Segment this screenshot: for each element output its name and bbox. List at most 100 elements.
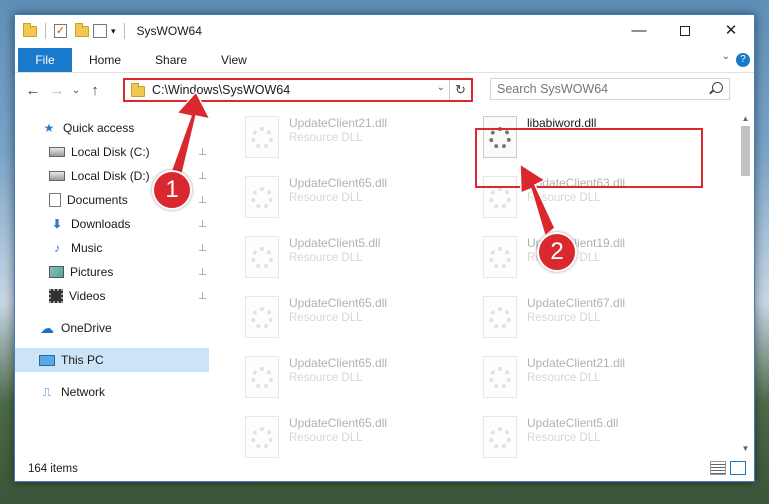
dll-file-icon	[245, 416, 279, 458]
file-name: UpdateClient65.dll	[289, 416, 388, 430]
pictures-icon	[49, 266, 64, 278]
gear-icon	[251, 187, 273, 209]
search-input[interactable]	[497, 82, 707, 96]
file-name: UpdateClient65.dll	[289, 296, 388, 310]
minimize-button[interactable]: —	[616, 15, 662, 47]
file-name: UpdateClient21.dll	[527, 356, 626, 370]
sidebar-item-music[interactable]: ♪ Music ⊥	[15, 236, 209, 260]
address-bar[interactable]: C:\Windows\SysWOW64 ⌄ ↻	[123, 78, 473, 102]
pin-icon: ⊥	[198, 218, 207, 230]
up-button[interactable]: ↑	[83, 82, 107, 99]
quick-access-toolbar: ✓ ▾	[23, 22, 129, 39]
gear-icon	[489, 247, 511, 269]
scroll-up-icon[interactable]: ▲	[739, 112, 752, 126]
file-item[interactable]: UpdateClient65.dll Resource DLL	[235, 292, 465, 344]
file-item[interactable]: UpdateClient67.dll Resource DLL	[473, 292, 703, 344]
gear-icon	[251, 127, 273, 149]
tab-home[interactable]: Home	[72, 48, 138, 72]
sidebar-item-onedrive[interactable]: ☁ OneDrive	[15, 316, 209, 340]
sidebar-item-label: Documents	[67, 193, 128, 207]
disk-icon	[49, 147, 65, 157]
customize-toolbar-icon[interactable]	[93, 24, 107, 38]
search-icon[interactable]	[712, 82, 723, 93]
tab-share[interactable]: Share	[138, 48, 204, 72]
pin-icon: ⊥	[198, 290, 207, 302]
sidebar-item-label: OneDrive	[61, 321, 112, 335]
tab-file[interactable]: File	[18, 47, 72, 72]
file-item[interactable]: UpdateClient5.dll Resource DLL	[235, 232, 465, 284]
network-icon: ⎍	[42, 385, 52, 399]
toolbar-divider	[123, 23, 125, 39]
dll-file-icon	[483, 296, 517, 338]
large-icons-view-icon[interactable]	[730, 461, 746, 475]
sidebar-item-label: Local Disk (C:)	[71, 145, 150, 159]
new-folder-icon[interactable]	[75, 22, 89, 37]
help-icon[interactable]: ?	[736, 53, 750, 67]
file-name: UpdateClient67.dll	[527, 296, 626, 310]
documents-icon	[49, 193, 61, 207]
file-name: UpdateClient65.dll	[289, 176, 388, 190]
maximize-icon	[680, 26, 690, 37]
gear-icon	[489, 307, 511, 329]
maximize-button[interactable]	[662, 15, 708, 47]
address-path[interactable]: C:\Windows\SysWOW64	[152, 83, 290, 97]
toolbar-dropdown-icon[interactable]: ▾	[111, 26, 116, 37]
folder-icon	[23, 22, 37, 37]
pc-icon	[39, 354, 55, 366]
scroll-thumb[interactable]	[741, 126, 750, 176]
search-box[interactable]	[490, 78, 730, 100]
sidebar-item-this-pc[interactable]: This PC	[15, 348, 209, 372]
onedrive-icon: ☁	[40, 320, 54, 336]
dll-file-icon	[245, 176, 279, 218]
scroll-down-icon[interactable]: ▼	[739, 442, 752, 456]
gear-icon	[489, 187, 511, 209]
recent-locations-button[interactable]: ⌄	[69, 85, 83, 96]
close-button[interactable]: ✕	[708, 15, 754, 47]
file-item[interactable]: UpdateClient21.dll Resource DLL	[473, 352, 703, 404]
file-explorer-window: ✓ ▾ SysWOW64 — ✕ File Home Share View ⌄ …	[14, 14, 755, 482]
sidebar-item-label: Downloads	[71, 217, 131, 231]
sidebar-item-local-disk-c[interactable]: Local Disk (C:) ⊥	[15, 140, 209, 164]
gear-icon	[251, 247, 273, 269]
dll-file-icon	[483, 236, 517, 278]
window-title: SysWOW64	[136, 24, 202, 38]
file-type: Resource DLL	[289, 432, 363, 444]
file-item[interactable]: UpdateClient19.dllResource DLL	[473, 232, 703, 284]
sidebar-item-label: Videos	[69, 289, 106, 303]
sidebar-item-downloads[interactable]: ⬇ Downloads ⊥	[15, 212, 209, 236]
sidebar-item-network[interactable]: ⎍ Network	[15, 380, 209, 404]
file-item[interactable]: UpdateClient65.dll Resource DLL	[235, 352, 465, 404]
file-type: Resource DLL	[289, 252, 363, 264]
dll-file-icon	[483, 416, 517, 458]
sidebar-item-quick-access[interactable]: ★ Quick access	[15, 116, 209, 140]
sidebar-item-pictures[interactable]: Pictures ⊥	[15, 260, 209, 284]
file-type: Resource DLL	[289, 372, 363, 384]
file-type: Resource DLL	[289, 132, 363, 144]
pin-icon: ⊥	[198, 194, 207, 206]
properties-check-icon[interactable]: ✓	[54, 24, 67, 38]
tab-view[interactable]: View	[204, 48, 264, 72]
file-name: UpdateClient5.dll	[289, 236, 381, 250]
gear-icon	[251, 307, 273, 329]
file-type: Resource DLL	[527, 432, 601, 444]
file-type: Resource DLL	[527, 312, 601, 324]
file-type: Resource DLL	[527, 372, 601, 384]
disk-icon	[49, 171, 65, 181]
sidebar-item-label: Music	[71, 241, 103, 255]
expand-ribbon-icon[interactable]: ⌄	[722, 51, 730, 62]
sidebar-item-label: Network	[61, 385, 106, 399]
refresh-icon[interactable]: ↻	[449, 80, 471, 100]
forward-button[interactable]: →	[45, 82, 69, 99]
back-button[interactable]: ←	[21, 82, 45, 99]
sidebar-item-label: Pictures	[70, 265, 114, 279]
pin-icon: ⊥	[198, 242, 207, 254]
address-dropdown-icon[interactable]: ⌄	[437, 82, 445, 93]
vertical-scrollbar[interactable]: ▲ ▼	[739, 112, 752, 456]
sidebar-item-videos[interactable]: Videos ⊥	[15, 284, 209, 308]
status-bar: 164 items	[15, 457, 754, 481]
file-item[interactable]: UpdateClient21.dll Resource DLL	[235, 112, 465, 164]
file-name: UpdateClient21.dll	[289, 116, 388, 130]
details-view-icon[interactable]	[710, 461, 726, 475]
file-item[interactable]: UpdateClient65.dll Resource DLL	[235, 172, 465, 224]
sidebar-item-label: Quick access	[63, 121, 135, 135]
